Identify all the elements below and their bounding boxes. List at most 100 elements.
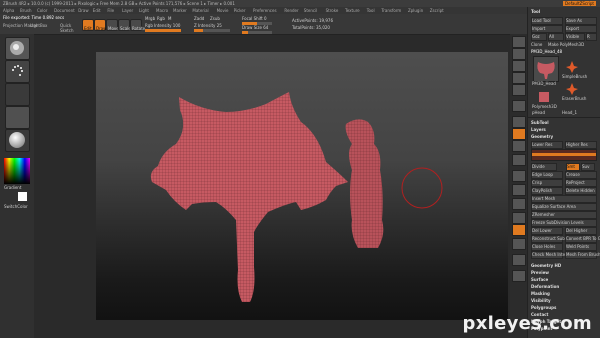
- persp-button[interactable]: [512, 100, 526, 112]
- masking-section[interactable]: Masking: [531, 291, 550, 296]
- load-tool-button[interactable]: Load Tool: [531, 17, 563, 25]
- higher-res-button[interactable]: Higher Res: [565, 141, 597, 149]
- scale-mode-button[interactable]: Scale: [118, 19, 131, 31]
- menu-light[interactable]: Light: [139, 8, 149, 13]
- check-mesh-button[interactable]: Check Mesh Integrity: [531, 251, 574, 259]
- close-holes-button[interactable]: Close Holes: [531, 243, 563, 251]
- menu-stroke[interactable]: Stroke: [326, 8, 339, 13]
- del-lower-button[interactable]: Del Lower: [531, 227, 563, 235]
- surface-section[interactable]: Surface: [531, 277, 548, 282]
- sdiv-slider[interactable]: [531, 149, 597, 161]
- menu-movie[interactable]: Movie: [217, 8, 229, 13]
- tool-thumb-current[interactable]: [533, 56, 559, 82]
- make-polymesh-button[interactable]: Make PolyMesh3D: [548, 42, 584, 47]
- zscript-button[interactable]: DefaultZScript: [563, 1, 596, 6]
- polyf-button[interactable]: [512, 224, 526, 236]
- z-intensity-slider[interactable]: [194, 29, 230, 32]
- menu-file[interactable]: File: [107, 8, 114, 13]
- lower-res-button[interactable]: Lower Res: [531, 141, 563, 149]
- polygroups-section[interactable]: Polygroups: [531, 305, 556, 310]
- stroke-selector[interactable]: [5, 60, 30, 83]
- secondary-color-swatch[interactable]: [18, 192, 27, 201]
- menu-render[interactable]: Render: [284, 8, 298, 13]
- export-button[interactable]: Export: [565, 25, 597, 33]
- material-selector[interactable]: [5, 129, 30, 152]
- goz-button[interactable]: Goz: [531, 33, 547, 41]
- menu-preferences[interactable]: Preferences: [253, 8, 277, 13]
- zsub-button[interactable]: Zsub: [210, 16, 220, 21]
- menu-texture[interactable]: Texture: [345, 8, 360, 13]
- menu-layer[interactable]: Layer: [122, 8, 133, 13]
- visible-button[interactable]: Visible: [565, 33, 585, 41]
- floor-button[interactable]: [512, 116, 526, 128]
- eraser-brush-thumb[interactable]: [565, 81, 579, 95]
- rgb-intensity-slider[interactable]: [145, 29, 181, 32]
- transp-button[interactable]: [512, 238, 526, 250]
- weld-points-button[interactable]: Weld Points: [565, 243, 597, 251]
- suv-toggle[interactable]: Suv: [581, 163, 595, 171]
- xpose-button[interactable]: [512, 270, 526, 282]
- texture-selector[interactable]: [5, 106, 30, 129]
- zremesher-button[interactable]: ZRemesher: [531, 211, 597, 219]
- import-button[interactable]: Import: [531, 25, 563, 33]
- divide-button[interactable]: Divide: [531, 163, 557, 171]
- brush-selector[interactable]: [5, 37, 30, 60]
- actual-button[interactable]: [512, 72, 526, 84]
- gradient-label[interactable]: Gradient: [4, 185, 21, 190]
- local-button[interactable]: [512, 128, 526, 140]
- zadd-button[interactable]: Zadd: [194, 16, 204, 21]
- menu-alpha[interactable]: Alpha: [3, 8, 14, 13]
- mesh-from-brush-button[interactable]: Mesh From Brush: [565, 251, 600, 259]
- crisp-button[interactable]: Crisp: [531, 179, 563, 187]
- m-button[interactable]: M: [168, 16, 171, 21]
- switch-color-button[interactable]: SwitchColor: [4, 204, 28, 209]
- scale-button[interactable]: [512, 198, 526, 210]
- lightbox-button[interactable]: LightBox: [30, 23, 47, 28]
- reproject-button[interactable]: ReProject: [565, 179, 597, 187]
- menu-document[interactable]: Document: [54, 8, 75, 13]
- frame-button[interactable]: [512, 170, 526, 182]
- scroll-button[interactable]: [512, 48, 526, 60]
- document-canvas[interactable]: [96, 52, 508, 320]
- deformation-section[interactable]: Deformation: [531, 284, 559, 289]
- menu-zscript[interactable]: Zscript: [430, 8, 444, 13]
- draw-mode-button[interactable]: Draw: [94, 19, 106, 31]
- alpha-selector[interactable]: [5, 83, 30, 106]
- r-button[interactable]: R: [586, 33, 597, 41]
- menu-zplugin[interactable]: Zplugin: [408, 8, 423, 13]
- menu-tool[interactable]: Tool: [367, 8, 375, 13]
- freeze-subdiv-button[interactable]: Freeze SubDivision Levels: [531, 219, 597, 227]
- clone-button[interactable]: Clone: [531, 42, 542, 47]
- menu-marker[interactable]: Marker: [173, 8, 187, 13]
- color-picker[interactable]: [4, 158, 30, 184]
- edit-mode-button[interactable]: Edit: [82, 19, 94, 31]
- move-button[interactable]: [512, 184, 526, 196]
- insert-mesh-button[interactable]: Insert Mesh: [531, 195, 597, 203]
- crease-button[interactable]: Crease: [565, 171, 597, 179]
- menu-stencil[interactable]: Stencil: [304, 8, 318, 13]
- menu-edit[interactable]: Edit: [93, 8, 101, 13]
- equalize-surface-button[interactable]: Equalize Surface Area: [531, 203, 597, 211]
- geometry-hd-section[interactable]: Geometry HD: [531, 263, 561, 268]
- menu-transform[interactable]: Transform: [381, 8, 401, 13]
- del-higher-button[interactable]: Del Higher: [565, 227, 597, 235]
- edge-loop-button[interactable]: Edge Loop: [531, 171, 563, 179]
- zoom-button[interactable]: [512, 60, 526, 72]
- move-mode-button[interactable]: Move: [106, 19, 119, 31]
- menu-color[interactable]: Color: [37, 8, 47, 13]
- xyz-rotate-button[interactable]: [512, 154, 526, 166]
- bpr-button[interactable]: [512, 36, 526, 48]
- menu-macro[interactable]: Macro: [156, 8, 168, 13]
- draw-size-slider[interactable]: [242, 31, 272, 34]
- convert-bpr-button[interactable]: Convert BPR To Geo: [565, 235, 600, 243]
- simple-brush-thumb[interactable]: [565, 59, 579, 73]
- geometry-section[interactable]: Geometry: [531, 134, 553, 139]
- rotate-button[interactable]: [512, 212, 526, 224]
- save-as-button[interactable]: Save As: [565, 17, 597, 25]
- layers-section[interactable]: Layers: [531, 127, 546, 132]
- preview-section[interactable]: Preview: [531, 270, 549, 275]
- rotate-mode-button[interactable]: Rotate: [130, 19, 145, 31]
- subtool-section[interactable]: SubTool: [531, 120, 549, 125]
- rgb-button[interactable]: Rgb: [157, 16, 165, 21]
- lsym-button[interactable]: [512, 140, 526, 152]
